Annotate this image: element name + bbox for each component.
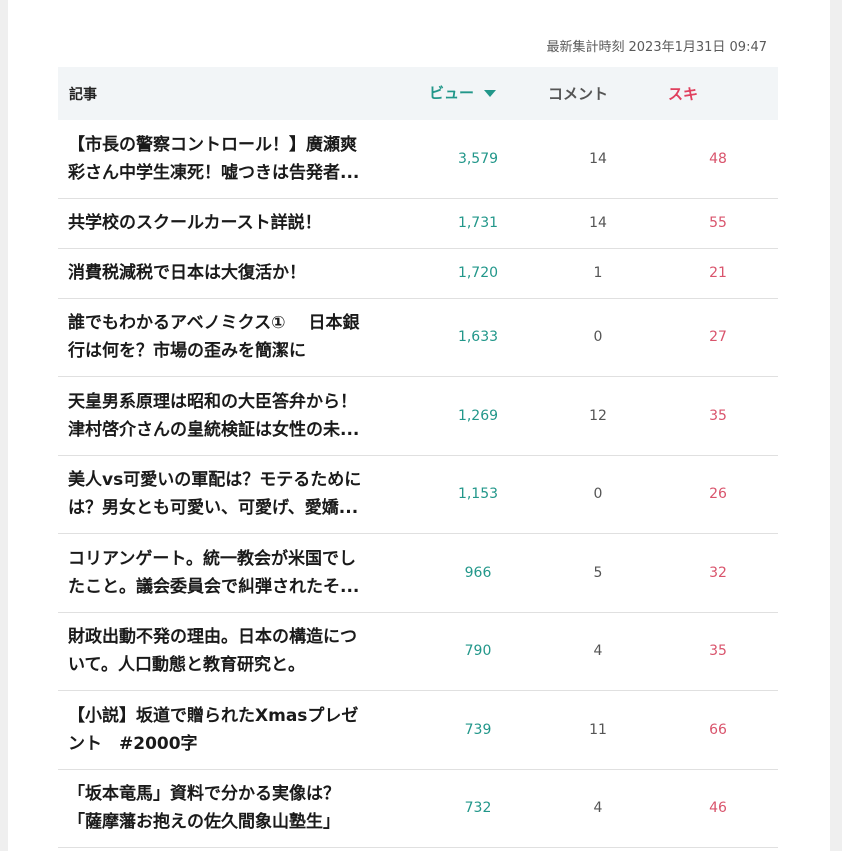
view-count: 966 (464, 564, 492, 581)
article-stats-table: 【市長の警察コントロール！】廣瀬爽 彩さん中学生凍死！嘘つきは告発者... 3,57… (58, 120, 778, 848)
article-title-line-1: 【市長の警察コントロール！】廣瀬爽 (68, 134, 357, 155)
table-row: 「坂本竜馬」資料で分かる実像は？ 「薩摩藩お抱えの佐久間象山塾生」 732 4 46 (58, 770, 778, 848)
comment-count: 14 (589, 150, 607, 167)
view-count: 732 (464, 800, 492, 817)
comment-count: 5 (593, 564, 603, 581)
table-row: コリアンゲート。統一教会が米国でし たこと。議会委員会で糾弾されたそ... 966 5… (58, 534, 778, 613)
like-count: 35 (709, 643, 727, 660)
table-row: 【市長の警察コントロール！】廣瀬爽 彩さん中学生凍死！嘘つきは告発者... 3,57… (58, 120, 778, 199)
article-title-link[interactable]: 「坂本竜馬」資料で分かる実像は？ 「薩摩藩お抱えの佐久間象山塾生」 (68, 780, 408, 836)
like-count: 35 (709, 407, 727, 424)
table-row: 消費税減税で日本は大復活か！ 1,720 1 21 (58, 249, 778, 299)
comment-count: 0 (593, 486, 603, 503)
column-header-views[interactable]: ビュー (429, 82, 497, 103)
article-title-line-2: 「薩摩藩お抱えの佐久間象山塾生」 (68, 812, 340, 833)
article-title-link[interactable]: 消費税減税で日本は大復活か！ (68, 259, 408, 287)
comment-count: 1 (593, 265, 603, 281)
comment-count: 11 (589, 721, 607, 738)
view-count: 739 (464, 721, 492, 738)
article-title-line-2: ント #2000字 (68, 733, 198, 754)
view-count: 1,731 (457, 215, 499, 231)
comment-count: 4 (593, 800, 603, 817)
table-row: 天皇男系原理は昭和の大臣答弁から！ 津村啓介さんの皇統検証は女性の未... 1,26… (58, 377, 778, 456)
view-count: 1,720 (457, 265, 499, 281)
article-title-line-1: 【小説】坂道で贈られたXmasプレゼ (68, 705, 359, 726)
table-row: 美人vs可愛いの軍配は？モテるために は？男女とも可愛い、可愛げ、愛嬌... 1,1… (58, 456, 778, 534)
article-title-line-1: 財政出動不発の理由。日本の構造につ (68, 627, 357, 648)
article-title-line-1: 美人vs可愛いの軍配は？モテるために (68, 470, 362, 491)
article-title-line-2: たこと。議会委員会で糾弾されたそ... (68, 576, 360, 597)
column-header-views-label: ビュー (429, 84, 475, 102)
column-header-comments[interactable]: コメント (548, 83, 608, 104)
like-count: 48 (709, 150, 727, 167)
article-title-line-2: は？男女とも可愛い、可愛げ、愛嬌... (68, 498, 359, 519)
column-header-likes[interactable]: スキ (668, 83, 698, 104)
view-count: 3,579 (457, 150, 499, 167)
article-title-link[interactable]: 【小説】坂道で贈られたXmasプレゼ ント #2000字 (68, 702, 408, 758)
article-title-line-2: 行は何を？市場の歪みを簡潔に (68, 341, 306, 362)
like-count: 66 (709, 721, 727, 738)
article-title-line-1: 誰でもわかるアベノミクス① 日本銀 (68, 313, 360, 334)
view-count: 1,153 (457, 486, 499, 503)
comment-count: 14 (589, 215, 607, 231)
timestamp-value: 2023年1月31日 09:47 (628, 40, 768, 55)
article-title-link[interactable]: 【市長の警察コントロール！】廣瀬爽 彩さん中学生凍死！嘘つきは告発者... (68, 131, 408, 187)
view-count: 790 (464, 643, 492, 660)
article-title-link[interactable]: 美人vs可愛いの軍配は？モテるために は？男女とも可愛い、可愛げ、愛嬌... (68, 466, 408, 522)
article-title-line-1: 天皇男系原理は昭和の大臣答弁から！ (68, 391, 357, 412)
article-title-link[interactable]: 天皇男系原理は昭和の大臣答弁から！ 津村啓介さんの皇統検証は女性の未... (68, 388, 408, 444)
article-title-line-1: 「坂本竜馬」資料で分かる実像は？ (68, 784, 340, 805)
table-header: 記事 ビュー コメント スキ (58, 67, 778, 120)
comment-count: 12 (589, 407, 607, 424)
article-title-line-2: 彩さん中学生凍死！嘘つきは告発者... (68, 162, 360, 183)
comment-count: 0 (593, 329, 603, 346)
article-title-link[interactable]: コリアンゲート。統一教会が米国でし たこと。議会委員会で糾弾されたそ... (68, 545, 408, 601)
like-count: 21 (709, 265, 727, 281)
view-count: 1,633 (457, 329, 499, 346)
last-updated-timestamp: 最新集計時刻 2023年1月31日 09:47 (546, 36, 767, 55)
article-title-link[interactable]: 財政出動不発の理由。日本の構造につ いて。人口動態と教育研究と。 (68, 623, 408, 679)
comment-count: 4 (593, 643, 603, 660)
article-title-line-2: 津村啓介さんの皇統検証は女性の未... (68, 419, 360, 440)
view-count: 1,269 (457, 407, 499, 424)
stats-panel: 最新集計時刻 2023年1月31日 09:47 記事 ビュー コメント スキ 【市… (8, 0, 830, 851)
article-title-link[interactable]: 共学校のスクールカースト詳説！ (68, 209, 408, 237)
table-row: 誰でもわかるアベノミクス① 日本銀 行は何を？市場の歪みを簡潔に 1,633 0 27 (58, 299, 778, 377)
article-title-line-1: コリアンゲート。統一教会が米国でし (68, 548, 356, 569)
table-row: 共学校のスクールカースト詳説！ 1,731 14 55 (58, 199, 778, 249)
article-title-line-1: 消費税減税で日本は大復活か！ (68, 263, 306, 283)
article-title-line-2: いて。人口動態と教育研究と。 (68, 655, 305, 676)
column-header-article: 記事 (69, 87, 97, 103)
article-title-line-1: 共学校のスクールカースト詳説！ (68, 213, 322, 233)
timestamp-label: 最新集計時刻 (546, 40, 625, 55)
table-row: 【小説】坂道で贈られたXmasプレゼ ント #2000字 739 11 66 (58, 691, 778, 770)
like-count: 27 (709, 329, 727, 346)
sort-descending-icon (484, 89, 497, 97)
like-count: 46 (709, 800, 727, 817)
like-count: 55 (709, 215, 727, 231)
like-count: 32 (709, 564, 727, 581)
table-row: 財政出動不発の理由。日本の構造につ いて。人口動態と教育研究と。 790 4 35 (58, 613, 778, 691)
like-count: 26 (709, 486, 727, 503)
article-title-link[interactable]: 誰でもわかるアベノミクス① 日本銀 行は何を？市場の歪みを簡潔に (68, 309, 408, 365)
